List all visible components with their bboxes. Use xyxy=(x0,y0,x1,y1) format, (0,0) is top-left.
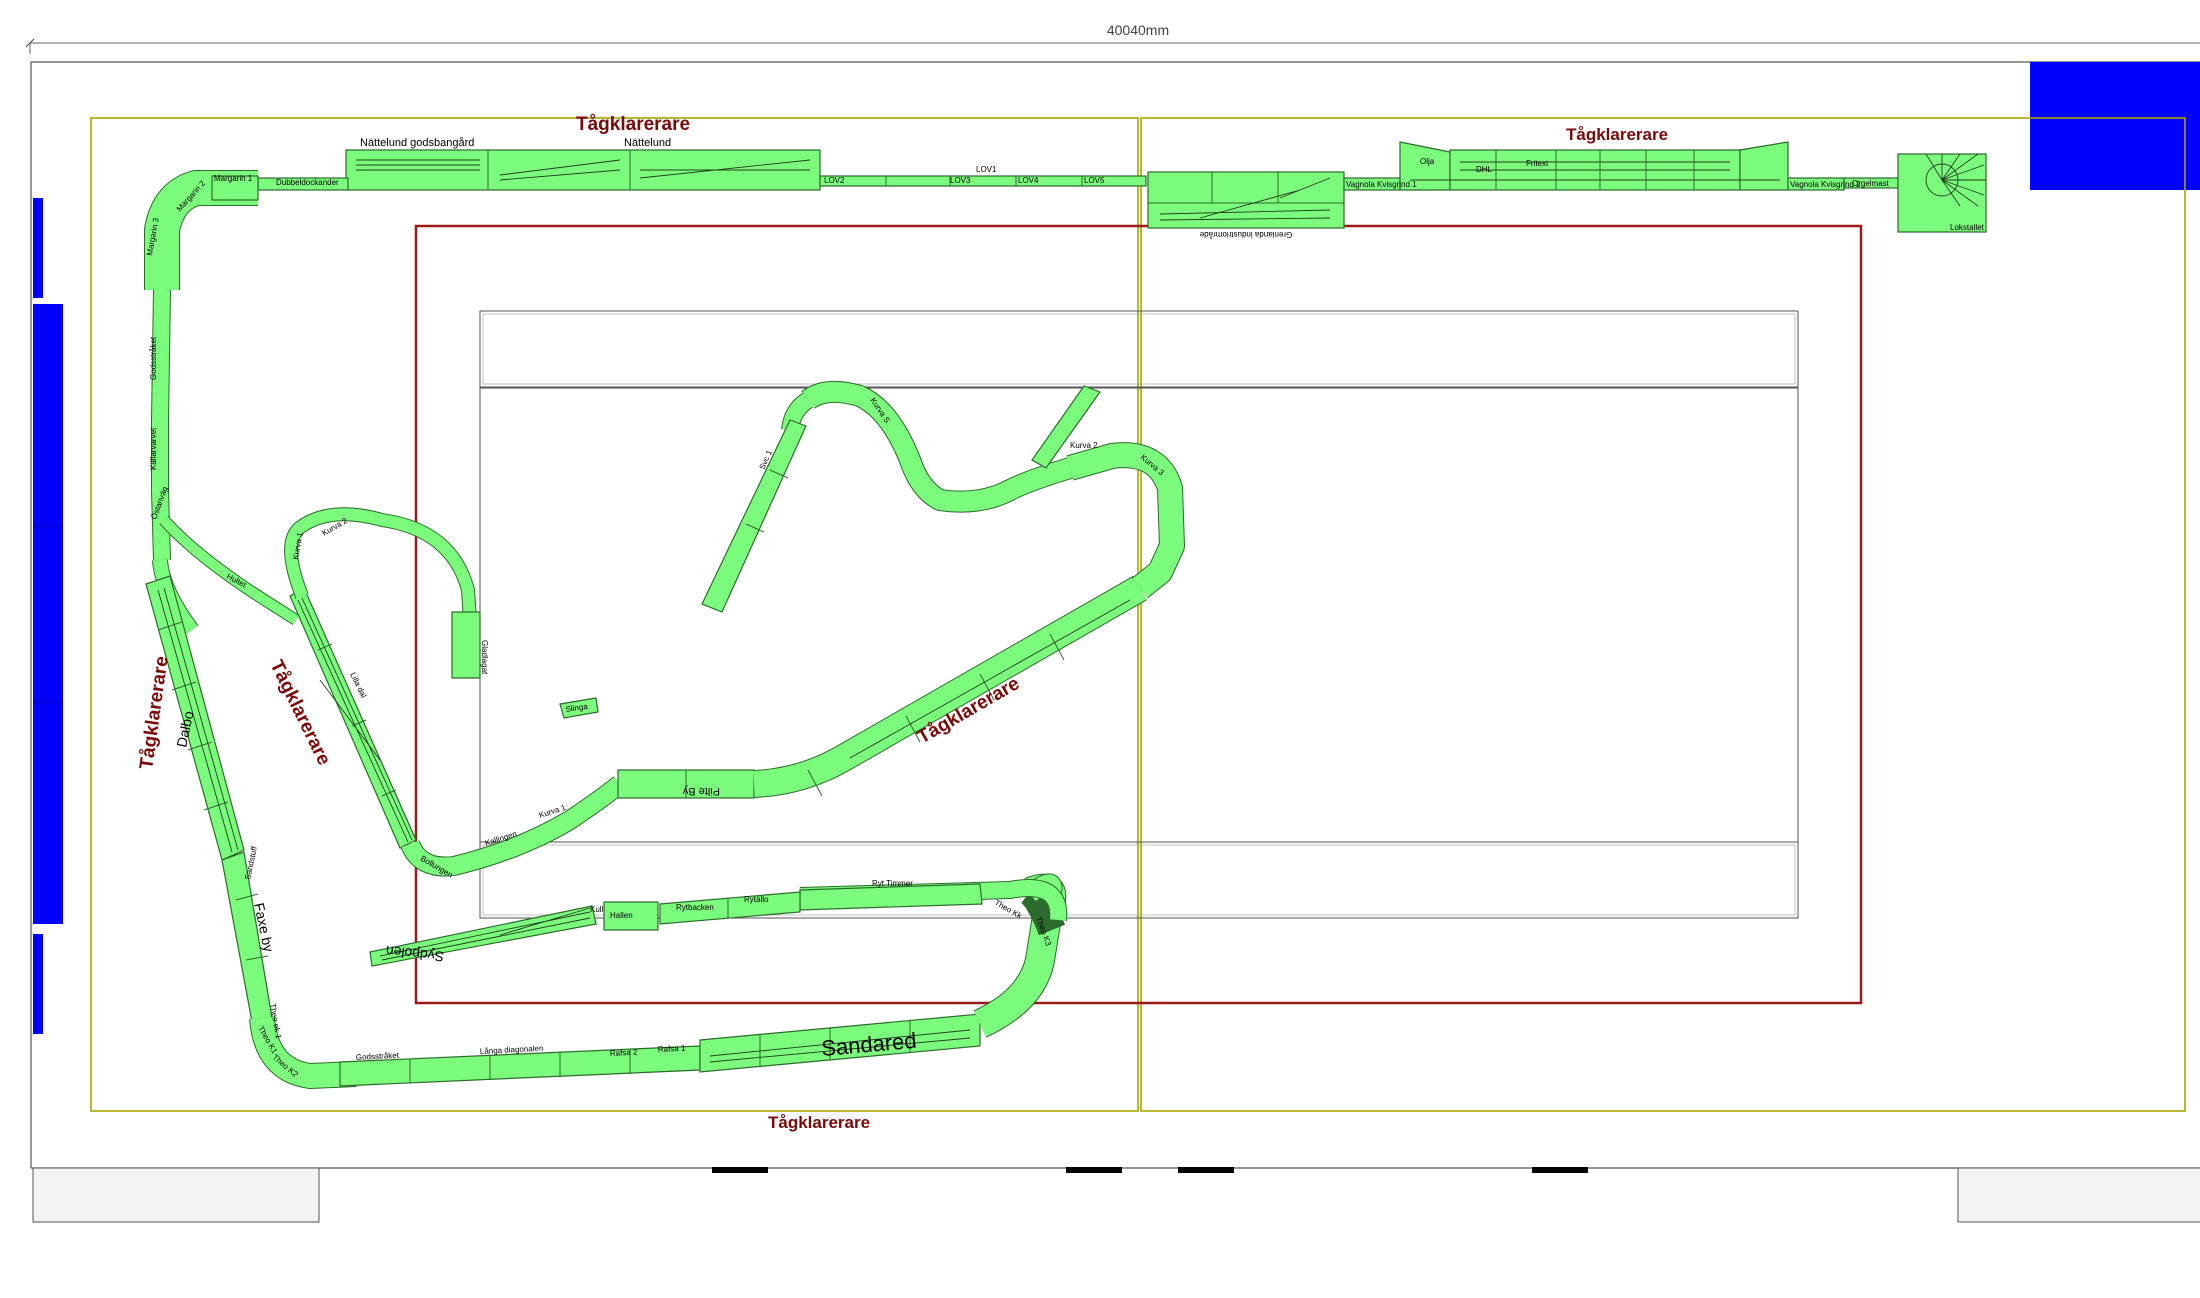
left-line xyxy=(144,170,357,1089)
door-mark-2 xyxy=(1066,1167,1122,1173)
door-mark-1 xyxy=(712,1167,768,1173)
label-orgelmast: Orgelmast xyxy=(1852,179,1890,188)
blue-area-left-3 xyxy=(33,934,43,1034)
label-grenlanda: Grenlanda industriområde xyxy=(1199,230,1292,239)
label-lov3: LOV3 xyxy=(950,176,971,185)
label-godsstraket-left: Godsstråket xyxy=(149,336,158,380)
labels: Nättelund godsbangård Nättelund Dubbeldo… xyxy=(145,137,1984,1079)
label-vagnola-2: Vagnola Kvisgrind 2 xyxy=(1790,180,1861,189)
label-tagklarerare-top-left: Tågklarerare xyxy=(576,114,690,135)
label-tagklarerare-top-right: Tågklarerare xyxy=(1566,125,1668,144)
blue-area-top-right xyxy=(2030,62,2200,190)
label-rafsa-2: Rafsa 2 xyxy=(610,1048,639,1058)
label-lov1: LOV1 xyxy=(976,165,997,174)
label-lov5: LOV5 xyxy=(1084,176,1105,185)
dimension-label: 40040mm xyxy=(1107,22,1169,38)
label-vagnola-1: Vagnola Kvisgrind 1 xyxy=(1346,180,1417,189)
label-gladlag: Gladlagat xyxy=(480,640,489,675)
label-lokstallet: Lokstallet xyxy=(1950,223,1985,232)
track-svc1 xyxy=(701,419,807,613)
label-nattelund: Nättelund xyxy=(624,137,671,149)
label-fritext: Fritext xyxy=(1526,159,1549,168)
label-nattelund-godsbangard: Nättelund godsbangård xyxy=(360,137,474,149)
door-mark-4 xyxy=(1532,1167,1588,1173)
label-kull: Kull xyxy=(590,905,604,914)
label-kurva-2: Kurva 2 xyxy=(1070,441,1098,450)
door-mark-3 xyxy=(1178,1167,1234,1173)
bench-left xyxy=(32,1167,320,1223)
label-rytbacken: Rytbacken xyxy=(676,903,714,912)
zones xyxy=(90,117,2186,1112)
module-frame-top-inner xyxy=(482,313,1796,385)
module-frame-top xyxy=(479,310,1799,388)
blue-area-left-1 xyxy=(33,198,43,298)
label-tagklarerare-bottom: Tågklarerare xyxy=(768,1113,870,1132)
blue-areas xyxy=(33,62,2200,1034)
track-gladlag xyxy=(451,611,481,679)
top-line xyxy=(257,141,1987,233)
label-hallen: Hallen xyxy=(610,911,633,920)
dispatcher-labels: Tågklarerare Tågklarerare Tågklarerare T… xyxy=(136,114,1668,1132)
label-rafsa-1: Rafsa 1 xyxy=(658,1044,687,1054)
label-margarin-1: Margarin 1 xyxy=(214,174,253,183)
bench-right xyxy=(1957,1167,2200,1223)
label-kallarvarvet: Källarvarvet xyxy=(149,427,158,470)
zone-yellow-right xyxy=(1140,117,2186,1112)
layout-plan: 40040mm Nättelund godsbangård Nättelund … xyxy=(25,22,2200,1223)
label-pilte-by: Pilte By xyxy=(682,785,720,797)
room-outline xyxy=(30,61,2200,1223)
label-ryt-timmer: Ryt Timmer xyxy=(872,879,913,888)
label-lov2: LOV2 xyxy=(824,176,845,185)
blue-area-left-2 xyxy=(33,304,63,924)
label-dubbeldockander: Dubbeldockander xyxy=(276,178,339,187)
dimension-line: 40040mm xyxy=(25,22,2200,54)
bottom-line xyxy=(339,873,1068,1087)
label-tagklarerare-left: Tågklarerare xyxy=(136,655,173,771)
track-yard-end xyxy=(1739,141,1789,191)
label-olja: Olja xyxy=(1420,157,1435,166)
label-rytallo: Rytällo xyxy=(744,895,769,904)
label-dhl: DHL xyxy=(1476,165,1493,174)
label-lov4: LOV4 xyxy=(1018,176,1039,185)
label-sandstuff: Sandstuff xyxy=(243,845,259,881)
